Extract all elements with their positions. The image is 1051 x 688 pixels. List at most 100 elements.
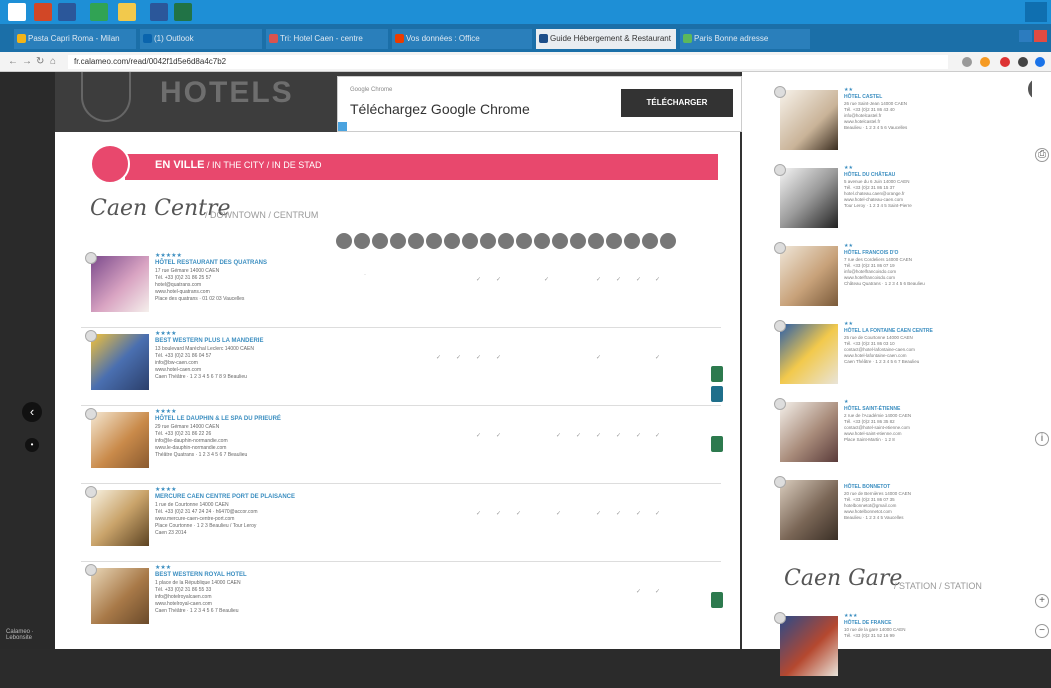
hotel-email[interactable]: hotel@quatrans.com (155, 282, 201, 288)
tab-label: Vos données : Office (406, 34, 480, 43)
hotel-name[interactable]: HÔTEL LA FONTAINE CAEN CENTRE (844, 328, 933, 334)
star-icon[interactable] (962, 57, 972, 67)
hotel-name[interactable]: HÔTEL DE FRANCE (844, 620, 891, 626)
hotel-name[interactable]: HÔTEL SAINT-ÉTIENNE (844, 406, 900, 412)
tab-4[interactable]: Vos données : Office (392, 29, 532, 49)
hotel-name[interactable]: HÔTEL DU CHÂTEAU (844, 172, 895, 178)
start-icon[interactable] (8, 3, 26, 21)
hotel-photo (774, 398, 838, 462)
tab-6[interactable]: Paris Bonne adresse (680, 29, 810, 49)
word-icon[interactable] (58, 3, 76, 21)
ad-info-icon[interactable] (338, 122, 347, 131)
chrome-icon[interactable] (90, 3, 108, 21)
hotel-website[interactable]: www.hotelbonnetot.com (844, 509, 892, 514)
clock-icon[interactable] (1025, 2, 1047, 22)
hotel-email[interactable]: info@hotelcastel.fr (844, 113, 881, 118)
hotel-website[interactable]: www.hotelfrancoisdo.com (844, 275, 895, 280)
hotel-email[interactable]: info@hotelfrancoisdo.com (844, 269, 896, 274)
url-field[interactable]: fr.calameo.com/read/0042f1d5e6d8a4c7b2 (68, 55, 948, 69)
amenity-icon (462, 233, 478, 249)
hotel-row[interactable]: ★ HÔTEL SAINT-ÉTIENNE 2 rue de l'Académi… (772, 398, 1012, 474)
tab-3[interactable]: Tri: Hotel Caen - centre (266, 29, 388, 49)
hotel-phone: Tél. +33 (0)2 31 86 03 10 (844, 341, 895, 346)
taskbar (0, 0, 1051, 24)
hotel-row[interactable]: ★★ HÔTEL CASTEL 26 rue Saint-Jean 14000 … (772, 86, 1012, 162)
home-icon[interactable]: ⌂ (50, 56, 56, 67)
close-button[interactable] (1034, 30, 1047, 42)
hotel-email[interactable]: info@bw-caen.com (155, 360, 198, 366)
extension-icon[interactable] (1000, 57, 1010, 67)
hotel-website[interactable]: www.le-dauphin-normandie.com (155, 445, 226, 451)
forward-icon[interactable]: → (22, 56, 32, 67)
extension-icon[interactable] (980, 57, 990, 67)
hotel-website[interactable]: www.hotel-chateau-caen.com (844, 197, 903, 202)
hotel-email[interactable]: info@hotelroyalcaen.com (155, 594, 212, 600)
profile-avatar[interactable] (1035, 57, 1045, 67)
hotel-name[interactable]: BEST WESTERN ROYAL HOTEL (155, 572, 247, 578)
hotel-website[interactable]: www.hotel-caen.com (155, 367, 201, 373)
hotel-transit: Château Quatrans · 1 2 3 4 5 6 Beaulieu (844, 281, 925, 286)
prev-page-icon[interactable]: ‹ (22, 402, 42, 422)
hotel-email[interactable]: hotel.chateau.caen@orange.fr (844, 191, 905, 196)
hotel-name[interactable]: HÔTEL RESTAURANT DES QUATRANS (155, 260, 267, 266)
excel-icon[interactable] (174, 3, 192, 21)
favicon-icon (395, 34, 404, 43)
hotel-website[interactable]: www.hotelcastel.fr (844, 119, 880, 124)
extension-icon[interactable] (1018, 57, 1028, 67)
tab-1[interactable]: Pasta Capri Roma - Milan (14, 29, 136, 49)
tab-2[interactable]: (1) Outlook (140, 29, 262, 49)
hotel-email[interactable]: contact@hotel-lafontaine-caen.com (844, 347, 915, 352)
hotel-name[interactable]: BEST WESTERN PLUS LA MANDERIE (155, 338, 263, 344)
minimize-button[interactable] (1019, 30, 1032, 42)
hotels-logo-icon (81, 72, 131, 122)
amenity-icon (660, 233, 676, 249)
hotel-address: 7 rue des Cordeliers 14000 CAEN (844, 257, 913, 262)
zoom-in-icon[interactable]: + (1035, 594, 1049, 608)
outlook-icon[interactable] (150, 3, 168, 21)
tab-5[interactable]: Guide Hébergement & Restaurant (536, 29, 676, 49)
hotel-row[interactable]: ★★ HÔTEL FRANCOIS D'O 7 rue des Cordelie… (772, 242, 1012, 318)
hotel-transit: Théâtre Quatrans · 1 2 3 4 5 6 7 Beaulie… (155, 452, 248, 458)
hotel-photo (774, 320, 838, 384)
hotel-website[interactable]: www.mercure-caen-centre-port.com (155, 516, 234, 522)
hotel-row[interactable]: ★★★★ HÔTEL LE DAUPHIN & LE SPA DU PRIEUR… (81, 406, 723, 484)
amenity-check: ✓ (655, 511, 661, 517)
hotel-stars: ★★★ (844, 613, 858, 619)
hotel-row[interactable]: ★★ HÔTEL LA FONTAINE CAEN CENTRE 25 rue … (772, 320, 1012, 396)
hotel-website[interactable]: www.hotel-quatrans.com (155, 289, 210, 295)
hotel-photo (85, 330, 149, 390)
hotel-row[interactable]: ★★★★ MERCURE CAEN CENTRE PORT DE PLAISAN… (81, 484, 721, 562)
amenity-icon (444, 233, 460, 249)
hotel-row[interactable]: ★★★ BEST WESTERN ROYAL HOTEL 1 place de … (81, 562, 723, 640)
back-icon[interactable]: ← (8, 56, 18, 67)
zoom-out-icon[interactable]: − (1035, 624, 1049, 638)
hotel-row[interactable]: HÔTEL BONNETOT 20 rue de Bernières 14000… (772, 476, 1012, 552)
hotel-row[interactable]: ★★★★★ HÔTEL RESTAURANT DES QUATRANS 17 r… (81, 250, 721, 328)
reload-icon[interactable]: ↻ (36, 56, 44, 67)
powerpoint-icon[interactable] (34, 3, 52, 21)
hotel-website[interactable]: www.hotel-saint-etienne.com (844, 431, 902, 436)
amenity-check: ✓ (596, 433, 602, 439)
hotel-email[interactable]: contact@hotel-saint-etienne.com (844, 425, 910, 430)
hotel-name[interactable]: MERCURE CAEN CENTRE PORT DE PLAISANCE (155, 494, 295, 500)
hotel-email[interactable]: hotelbonnetot@gmail.com (844, 503, 896, 508)
share-icon[interactable]: ⎙ (1035, 148, 1049, 162)
hotel-number-badge (774, 242, 786, 254)
hotel-row[interactable]: ★★★ HÔTEL DE FRANCE 10 rue de la gare 14… (772, 612, 1012, 688)
hotel-name[interactable]: HÔTEL FRANCOIS D'O (844, 250, 898, 256)
hotel-transit: Place Saint-Martin · 1 2 8 (844, 437, 895, 442)
hotel-website[interactable]: www.hotel-lafontaine-caen.com (844, 353, 907, 358)
hotel-name[interactable]: HÔTEL BONNETOT (844, 484, 890, 490)
amenity-icon (516, 233, 532, 249)
hotel-row[interactable]: ★★★★ BEST WESTERN PLUS LA MANDERIE 13 bo… (81, 328, 723, 406)
ad-download-button[interactable]: TÉLÉCHARGER (621, 89, 733, 117)
info-icon[interactable]: i (1035, 432, 1049, 446)
hotel-email[interactable]: info@le-dauphin-normandie.com (155, 438, 228, 444)
chrome-ad[interactable]: Google Chrome Téléchargez Google Chrome … (337, 76, 742, 132)
hotel-name[interactable]: HÔTEL CASTEL (844, 94, 882, 100)
folder-icon[interactable] (118, 3, 136, 21)
menu-icon[interactable]: • (25, 438, 39, 452)
hotel-website[interactable]: www.hotelroyal-caen.com (155, 601, 212, 607)
hotel-name[interactable]: HÔTEL LE DAUPHIN & LE SPA DU PRIEURÉ (155, 416, 281, 422)
hotel-row[interactable]: ★★ HÔTEL DU CHÂTEAU 5 avenue du 6 Juin 1… (772, 164, 1012, 240)
